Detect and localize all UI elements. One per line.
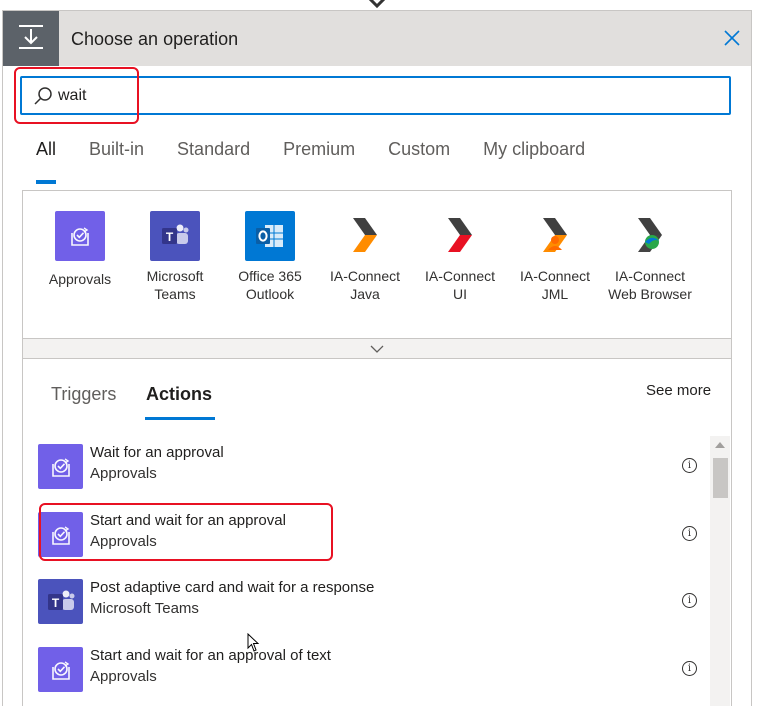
approvals-icon (38, 647, 83, 692)
mouse-cursor-icon (247, 633, 260, 652)
tab-actions[interactable]: Actions (145, 384, 216, 420)
svg-text:T: T (166, 230, 174, 244)
ia-connect-java-icon (340, 211, 390, 261)
connector-label: IA-Connect UI (424, 268, 496, 302)
approvals-icon (55, 211, 105, 261)
connector-label: IA-Connect Web Browser (608, 268, 692, 302)
ia-connect-web-browser-icon (625, 211, 675, 261)
connectors-grid: Approvals T Microsoft Teams Office 365 Outloo… (22, 190, 732, 340)
expand-connectors-button[interactable] (22, 338, 732, 359)
action-title: Start and wait for an approval (90, 512, 286, 529)
panel-header: Choose an operation (3, 11, 751, 66)
info-icon[interactable]: i (682, 661, 697, 676)
tab-standard[interactable]: Standard (177, 139, 250, 187)
tab-custom[interactable]: Custom (388, 139, 450, 187)
action-title: Post adaptive card and wait for a respon… (90, 579, 375, 596)
search-input[interactable] (58, 84, 698, 108)
outlook-icon (245, 211, 295, 261)
action-item[interactable]: Start and wait for an approval Approvals i (38, 510, 708, 558)
info-icon[interactable]: i (682, 593, 697, 608)
teams-icon: T (38, 579, 83, 624)
info-icon[interactable]: i (682, 526, 697, 541)
svg-text:T: T (51, 596, 59, 610)
connector-microsoft-teams[interactable]: T Microsoft Teams (127, 211, 223, 303)
connector-label: Approvals (48, 271, 112, 287)
connector-ia-connect-java[interactable]: IA-Connect Java (317, 211, 413, 303)
connector-office-365-outlook[interactable]: Office 365 Outlook (222, 211, 318, 303)
action-title: Wait for an approval (90, 444, 224, 461)
tab-actions-label: Actions (146, 384, 213, 404)
actions-scrollbar[interactable] (710, 436, 730, 706)
teams-icon: T (150, 211, 200, 261)
connector-ia-connect-ui[interactable]: IA-Connect UI (412, 211, 508, 303)
approvals-icon (38, 444, 83, 489)
connector-approvals[interactable]: Approvals (32, 211, 128, 288)
action-title: Start and wait for an approval of text (90, 647, 331, 664)
see-more-link[interactable]: See more (646, 382, 711, 399)
action-connector-name: Approvals (90, 668, 157, 685)
operation-step-icon (3, 11, 59, 66)
category-tabs: All Built-in Standard Premium Custom My clipb… (36, 139, 618, 187)
search-box[interactable] (20, 76, 731, 115)
flow-arrow-icon (368, 0, 386, 9)
connector-label: IA-Connect Java (329, 268, 401, 302)
scroll-up-icon[interactable] (715, 442, 725, 448)
action-item[interactable]: Start and wait for an approval of text Ap… (38, 645, 708, 693)
tab-built-in[interactable]: Built-in (89, 139, 144, 187)
connector-ia-connect-web-browser[interactable]: IA-Connect Web Browser (602, 211, 698, 303)
search-icon (34, 87, 52, 105)
tab-triggers-label: Triggers (51, 384, 117, 404)
connector-ia-connect-jml[interactable]: IA-Connect JML (507, 211, 603, 303)
action-connector-name: Approvals (90, 465, 157, 482)
active-tab-indicator (145, 417, 216, 420)
action-item[interactable]: T Post adaptive card and wait for a respo… (38, 577, 708, 625)
approvals-icon (38, 512, 83, 557)
tab-triggers[interactable]: Triggers (51, 384, 116, 405)
connector-label: IA-Connect JML (519, 268, 591, 302)
panel-title: Choose an operation (71, 29, 239, 49)
scroll-thumb[interactable] (713, 458, 728, 498)
action-connector-name: Microsoft Teams (90, 600, 199, 617)
close-icon[interactable] (721, 27, 743, 49)
tab-all[interactable]: All (36, 139, 57, 187)
connector-label: Microsoft Teams (146, 268, 204, 302)
connector-label: Office 365 Outlook (238, 268, 302, 302)
tab-my-clipboard[interactable]: My clipboard (483, 139, 585, 187)
ia-connect-jml-icon (530, 211, 580, 261)
info-icon[interactable]: i (682, 458, 697, 473)
action-item[interactable]: Wait for an approval Approvals i (38, 442, 708, 490)
tab-premium[interactable]: Premium (283, 139, 355, 187)
action-connector-name: Approvals (90, 533, 157, 550)
chevron-down-icon (370, 345, 384, 353)
ia-connect-ui-icon (435, 211, 485, 261)
